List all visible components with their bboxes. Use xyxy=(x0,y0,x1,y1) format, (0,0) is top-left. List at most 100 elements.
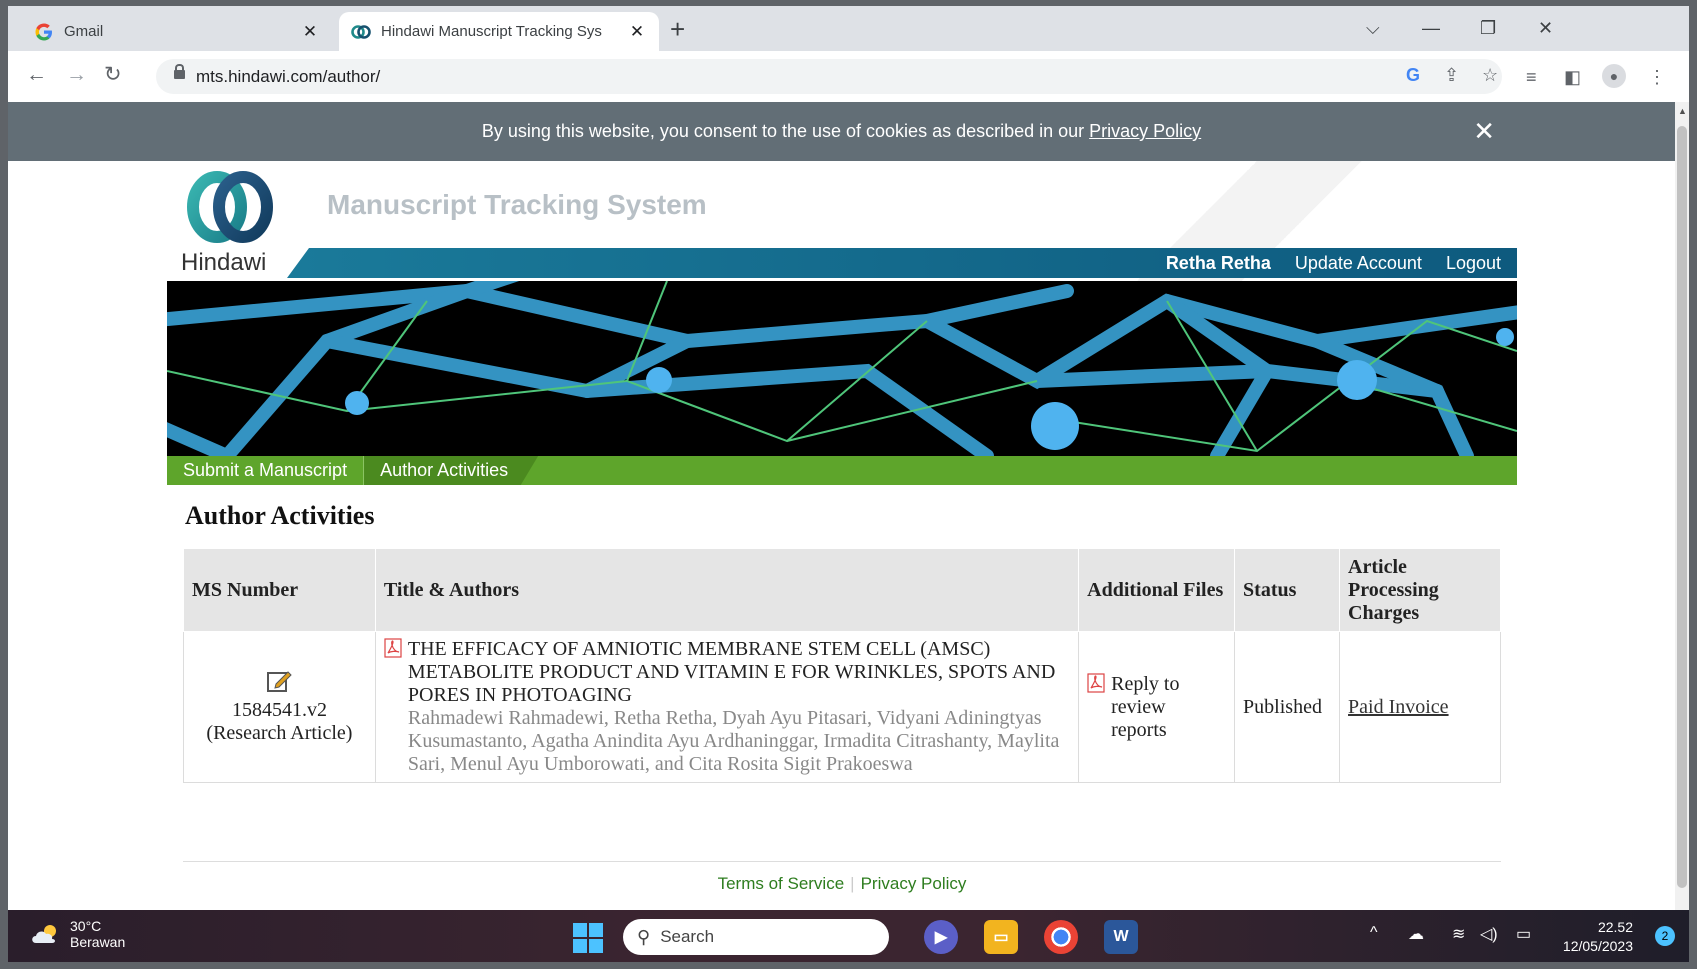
browser-window: Gmail ✕ Hindawi Manuscript Tracking Sys … xyxy=(8,6,1689,962)
file-explorer-icon[interactable]: ▭ xyxy=(984,920,1018,954)
battery-icon[interactable]: ▭ xyxy=(1516,924,1531,944)
status-text: Published xyxy=(1243,695,1322,718)
page-viewport: By using this website, you consent to th… xyxy=(8,102,1675,962)
share-icon[interactable]: ⇪ xyxy=(1444,65,1459,86)
update-account-link[interactable]: Update Account xyxy=(1295,253,1422,274)
chrome-icon[interactable] xyxy=(1044,920,1078,954)
pdf-icon[interactable] xyxy=(1087,672,1105,693)
ms-number-cell: 1584541.v2 (Research Article) xyxy=(183,631,376,783)
cookie-privacy-link[interactable]: Privacy Policy xyxy=(1089,121,1201,141)
tab-search-chevron-icon[interactable]: ⌵ xyxy=(1366,18,1380,39)
restore-icon[interactable]: ❐ xyxy=(1480,18,1496,39)
url-text: mts.hindawi.com/author/ xyxy=(196,67,381,86)
taskbar-search[interactable]: ⚲ Search xyxy=(623,919,889,955)
column-header: Article Processing Charges xyxy=(1339,548,1501,632)
site-container: Hindawi Manuscript Tracking System Retha… xyxy=(167,161,1517,962)
minimize-icon[interactable]: — xyxy=(1422,18,1440,39)
tab-strip: Gmail ✕ Hindawi Manuscript Tracking Sys … xyxy=(8,6,1689,51)
scroll-up-icon[interactable]: ▲ xyxy=(1678,106,1687,116)
manuscript-title[interactable]: THE EFFICACY OF AMNIOTIC MEMBRANE STEM C… xyxy=(408,638,1070,707)
teams-icon[interactable]: ▶ xyxy=(924,920,958,954)
user-name[interactable]: Retha Retha xyxy=(1166,253,1271,274)
volume-icon[interactable]: ◁) xyxy=(1480,924,1498,944)
system-clock[interactable]: 22.52 12/05/2023 xyxy=(1563,918,1633,956)
additional-files-cell: Reply to review reports xyxy=(1078,631,1236,783)
terms-link[interactable]: Terms of Service xyxy=(718,874,845,893)
main-nav: Submit a Manuscript Author Activities xyxy=(167,456,1517,485)
google-translate-icon[interactable]: G xyxy=(1406,65,1420,86)
table-row: 1584541.v2 (Research Article) THE EFFICA… xyxy=(183,631,1501,783)
system-title: Manuscript Tracking System xyxy=(327,189,707,220)
column-header: Status xyxy=(1234,548,1341,632)
windows-start-icon[interactable] xyxy=(573,923,603,953)
nav-author-activities[interactable]: Author Activities xyxy=(364,456,539,485)
ms-number: 1584541.v2 xyxy=(231,699,327,721)
paid-invoice-link[interactable]: Paid Invoice xyxy=(1348,696,1449,718)
brand-name: Hindawi xyxy=(181,249,267,276)
cloud-sync-icon[interactable]: ☁ xyxy=(1408,924,1424,944)
address-bar[interactable]: mts.hindawi.com/author/ G ⇪ ☆ xyxy=(156,59,1502,94)
title-authors-cell: THE EFFICACY OF AMNIOTIC MEMBRANE STEM C… xyxy=(374,631,1080,783)
page-scrollbar[interactable]: ▲ ▼ xyxy=(1675,102,1689,962)
tab-hindawi[interactable]: Hindawi Manuscript Tracking Sys ✕ xyxy=(339,12,659,51)
date: 12/05/2023 xyxy=(1562,938,1633,954)
privacy-link[interactable]: Privacy Policy xyxy=(861,874,967,893)
search-placeholder: Search xyxy=(660,927,715,946)
tab-title: Gmail xyxy=(64,23,104,40)
site-footer: Terms of Service | Privacy Policy xyxy=(167,874,1517,894)
footer-separator: | xyxy=(850,874,855,893)
column-header: Title & Authors xyxy=(374,548,1080,632)
back-icon[interactable]: ← xyxy=(26,64,47,85)
side-panel-icon[interactable]: ◧ xyxy=(1564,67,1581,88)
apc-cell: Paid Invoice xyxy=(1339,631,1501,783)
lock-icon xyxy=(174,64,185,80)
word-icon[interactable]: W xyxy=(1104,920,1138,954)
new-tab-icon[interactable]: + xyxy=(670,16,685,42)
close-tab-icon[interactable]: ✕ xyxy=(627,22,647,42)
edit-icon[interactable] xyxy=(266,669,293,693)
page-title: Author Activities xyxy=(185,501,375,530)
column-header: MS Number xyxy=(183,548,376,632)
article-type: (Research Article) xyxy=(206,722,353,744)
close-tab-icon[interactable]: ✕ xyxy=(300,22,320,42)
hindawi-icon xyxy=(351,22,371,42)
site-header: Hindawi Manuscript Tracking System Retha… xyxy=(167,161,1517,281)
search-icon: ⚲ xyxy=(637,926,651,947)
weather-condition: Berawan xyxy=(70,934,126,950)
menu-kebab-icon[interactable]: ⋮ xyxy=(1648,67,1666,88)
logout-link[interactable]: Logout xyxy=(1446,253,1501,274)
column-header: Additional Files xyxy=(1078,548,1236,632)
cloud-weather-icon xyxy=(30,923,62,945)
reload-icon[interactable]: ↻ xyxy=(104,64,122,85)
google-icon xyxy=(34,22,54,42)
weather-widget[interactable]: 30°C Berawan xyxy=(30,918,125,950)
temperature: 30°C xyxy=(70,918,102,934)
notification-badge[interactable]: 2 xyxy=(1655,926,1675,946)
status-cell: Published xyxy=(1234,631,1341,783)
windows-taskbar: 30°C Berawan ⚲ Search ▶ ▭ W ^ ☁ ≋ ◁) ▭ 2… xyxy=(8,910,1689,962)
tab-gmail[interactable]: Gmail ✕ xyxy=(22,12,332,51)
close-window-icon[interactable]: ✕ xyxy=(1538,18,1553,39)
header-banner-image xyxy=(167,281,1517,456)
divider xyxy=(183,861,1501,862)
profile-icon[interactable]: ● xyxy=(1602,64,1626,88)
scroll-thumb[interactable] xyxy=(1677,126,1687,888)
reply-review-reports-link[interactable]: Reply to review reports xyxy=(1111,673,1226,742)
reading-list-icon[interactable]: ≡ xyxy=(1526,67,1537,88)
nav-submit-manuscript[interactable]: Submit a Manuscript xyxy=(167,456,365,485)
chevron-up-icon[interactable]: ^ xyxy=(1370,924,1378,942)
pdf-icon[interactable] xyxy=(384,638,402,658)
close-icon[interactable]: ✕ xyxy=(1473,102,1495,161)
bookmark-star-icon[interactable]: ☆ xyxy=(1482,65,1498,86)
author-activities-table: MS Number Title & Authors Additional Fil… xyxy=(183,548,1501,783)
cookie-text: By using this website, you consent to th… xyxy=(481,121,1090,141)
hindawi-logo-icon[interactable] xyxy=(181,167,281,247)
user-bar: Retha Retha Update Account Logout xyxy=(287,248,1517,278)
cookie-banner: By using this website, you consent to th… xyxy=(8,102,1675,161)
forward-icon[interactable]: → xyxy=(66,64,87,85)
wifi-icon[interactable]: ≋ xyxy=(1452,924,1465,944)
browser-toolbar: ← → ↻ mts.hindawi.com/author/ G ⇪ ☆ ≡ ◧ … xyxy=(8,51,1689,102)
author-list: Rahmadewi Rahmadewi, Retha Retha, Dyah A… xyxy=(407,707,1060,775)
tab-title: Hindawi Manuscript Tracking Sys xyxy=(381,23,602,40)
table-header-row: MS Number Title & Authors Additional Fil… xyxy=(183,548,1501,632)
